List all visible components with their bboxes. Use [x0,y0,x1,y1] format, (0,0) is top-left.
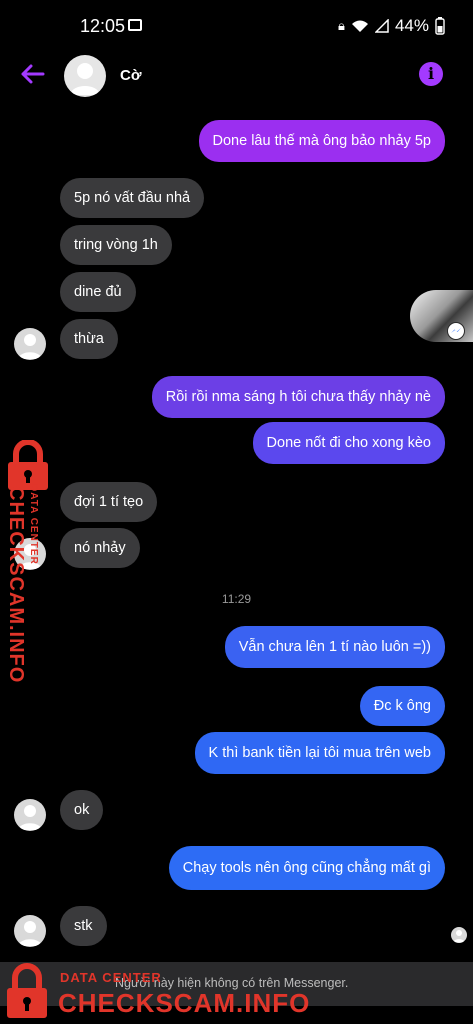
message-timestamp: 11:29 [221,592,252,606]
watermark-lock-icon [7,963,47,1018]
battery-percent: 44% [394,16,429,35]
wifi-icon [351,20,368,32]
contact-name[interactable]: Cờ [120,67,142,84]
status-time: 12:05 [80,16,126,36]
back-arrow-icon[interactable] [18,60,46,88]
message-outgoing[interactable]: Done lâu thế mà ông bảo nhảy 5p [198,120,445,162]
message-outgoing[interactable]: Done nốt đi cho xong kèo [252,422,445,464]
sender-avatar[interactable] [14,328,46,360]
gallery-icon [128,19,142,31]
info-icon[interactable]: i [419,62,443,86]
watermark-vertical-text: CHECKSCAM.INFO [5,486,27,684]
watermark-subtext: DATA CENTER [60,970,162,985]
default-avatar-icon [18,334,42,359]
status-indicators: 🔒︎ 44% [338,16,445,36]
default-avatar-icon [453,930,465,943]
default-avatar-icon [18,921,42,946]
message-incoming[interactable]: stk [60,906,107,946]
message-incoming[interactable]: dine đủ [60,272,136,312]
signal-icon [374,19,389,33]
message-outgoing[interactable]: K thì bank tiền lại tôi mua trên web [194,732,445,774]
contact-avatar[interactable] [64,55,106,97]
sender-avatar[interactable] [14,915,46,947]
message-incoming[interactable]: tring vòng 1h [60,225,172,265]
watermark-vertical-subtext: DATA CENTER [28,484,39,565]
message-outgoing[interactable]: Đc k ông [359,686,445,726]
message-outgoing[interactable]: Vẫn chưa lên 1 tí nào luôn =)) [224,626,445,668]
sender-avatar[interactable] [14,799,46,831]
default-avatar-icon [70,63,100,95]
message-incoming[interactable]: 5p nó vất đầu nhả [60,178,205,218]
lock-icon: 🔒︎ [338,18,345,33]
messenger-badge-icon [447,322,465,340]
message-incoming[interactable]: ok [60,790,104,830]
message-incoming[interactable]: đợi 1 tí tẹo [60,482,158,522]
battery-icon [435,17,445,35]
watermark-text: CHECKSCAM.INFO [58,988,311,1018]
message-outgoing[interactable]: Rồi rồi nma sáng h tôi chưa thấy nhảy nè [151,376,445,418]
seen-indicator-avatar [451,927,467,943]
default-avatar-icon [18,805,42,830]
message-outgoing[interactable]: Chạy tools nên ông cũng chẳng mất gì [168,846,445,890]
message-incoming[interactable]: nó nhảy [60,528,140,568]
message-incoming[interactable]: thừa [60,319,118,359]
